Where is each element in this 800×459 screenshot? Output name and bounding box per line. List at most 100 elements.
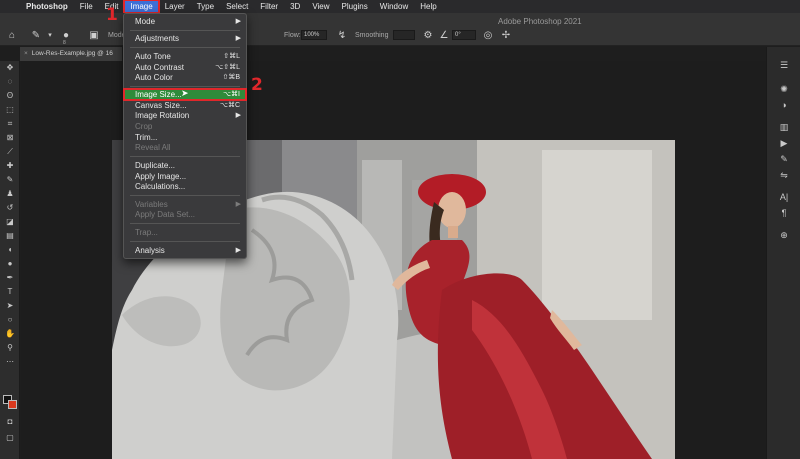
pen-tool-icon[interactable]: ✒ [0,271,20,285]
menu-item-label: Mode [135,17,156,26]
menu-separator [130,195,240,196]
menu-item-label: Reveal All [135,143,171,152]
brush-settings-icon[interactable]: ▣ [88,30,100,42]
adjustments-icon[interactable]: ✺ [767,81,800,97]
menu-help[interactable]: Help [414,0,442,13]
play-actions-icon[interactable]: ▶ [767,135,800,151]
channels-icon[interactable]: ⇋ [767,167,800,183]
menu-item-analysis[interactable]: Analysis ▶ [124,245,246,256]
menu-item-image-rotation[interactable]: Image Rotation ▶ [124,110,246,121]
menu-select[interactable]: Select [220,0,254,13]
menu-type[interactable]: Type [191,0,220,13]
document-tab-label: Low-Res-Example.jpg @ 16 [31,50,113,57]
menu-separator [130,30,240,31]
menu-item-shortcut: ⇧⌘L [223,53,240,60]
menu-item-label: Auto Contrast [135,63,184,72]
menu-item-crop: Crop [124,121,246,132]
menu-layer[interactable]: Layer [159,0,191,13]
brush-preset-icon[interactable]: ● [60,30,72,42]
crop-tool-icon[interactable]: ⌗ [0,117,20,131]
menu-window[interactable]: Window [374,0,414,13]
menu-item-label: Adjustments [135,34,180,43]
chevron-down-icon[interactable]: ▾ [44,30,56,42]
menu-separator [130,156,240,157]
brush-icon[interactable]: ✎ [30,30,42,42]
zoom-tool-icon[interactable]: ⚲ [0,341,20,355]
screen-mode-icon[interactable]: ▢ [0,431,20,445]
object-select-tool-icon[interactable]: ⬚ [0,103,20,117]
flow-field[interactable]: 100% [301,30,327,40]
menu-item-auto-color[interactable]: Auto Color ⇧⌘B [124,72,246,83]
pressure-icon[interactable]: ◎ [482,30,494,42]
menu-item-trap: Trap... [124,227,246,238]
marquee-tool-icon[interactable]: ◌ [0,75,20,89]
dodge-tool-icon[interactable]: ● [0,257,20,271]
smoothing-field[interactable] [393,30,415,40]
step-2-marker: 2 [251,75,263,95]
frame-tool-icon[interactable]: ⊠ [0,131,20,145]
menu-image[interactable]: Image [123,0,160,14]
angle-icon[interactable]: ∠ [438,30,450,42]
image-menu-dropdown: Mode ▶ Adjustments ▶ Auto Tone ⇧⌘L Auto Con… [123,13,247,259]
menu-item-duplicate[interactable]: Duplicate... [124,160,246,171]
menu-item-label: Canvas Size... [135,101,187,110]
menu-item-label: Image Size... [135,90,182,99]
menu-3d[interactable]: 3D [284,0,306,13]
gradient-tool-icon[interactable]: ▤ [0,229,20,243]
shape-tool-icon[interactable]: ○ [0,313,20,327]
angle-field[interactable]: 0° [452,30,476,40]
menu-separator [130,47,240,48]
more-tools-icon[interactable]: ⋯ [0,355,20,369]
menu-item-label: Duplicate... [135,161,176,170]
path-select-tool-icon[interactable]: ➤ [0,299,20,313]
paragraph-icon[interactable]: ¶ [767,205,800,221]
color-icon[interactable]: ◑ [767,97,800,113]
airbrush-icon[interactable]: ↯ [336,30,348,42]
character-icon[interactable]: A| [767,189,800,205]
type-tool-icon[interactable]: T [0,285,20,299]
brush-tool-icon[interactable]: ✎ [0,173,20,187]
menu-item-calculations[interactable]: Calculations... [124,181,246,192]
brush-panel-icon[interactable]: ✎ [767,151,800,167]
menu-view[interactable]: View [306,0,335,13]
right-panel-strip: ☰ ✺ ◑ ▥ ▶ ✎ ⇋ A| ¶ ⊕ [766,47,800,459]
blur-tool-icon[interactable]: ◖ [0,243,20,257]
menu-item-label: Crop [135,122,153,131]
navigator-icon[interactable]: ⊕ [767,227,800,243]
menu-filter[interactable]: Filter [254,0,284,13]
menu-photoshop[interactable]: Photoshop [20,0,74,13]
healing-tool-icon[interactable]: ✚ [0,159,20,173]
menu-item-label: Trim... [135,133,158,142]
quick-mask-icon[interactable]: ◘ [0,415,20,429]
gear-icon[interactable]: ⚙ [422,30,434,42]
menu-item-label: Auto Color [135,73,173,82]
libraries-icon[interactable]: ▥ [767,119,800,135]
eyedropper-tool-icon[interactable]: ⟋ [0,145,20,159]
lasso-tool-icon[interactable]: ʘ [0,89,20,103]
home-icon[interactable]: ⌂ [6,30,18,42]
menu-item-label: Auto Tone [135,52,171,61]
menu-item-shortcut: ⇧⌘B [222,74,240,81]
menu-plugins[interactable]: Plugins [336,0,374,13]
background-color-swatch[interactable] [8,400,17,409]
symmetry-icon[interactable]: ✢ [500,30,512,42]
menu-separator [130,86,240,87]
menu-item-label: Calculations... [135,182,186,191]
menu-item-mode[interactable]: Mode ▶ [124,16,246,27]
hand-tool-icon[interactable]: ✋ [0,327,20,341]
flow-label: Flow: [284,32,301,39]
eraser-tool-icon[interactable]: ◪ [0,215,20,229]
stamp-tool-icon[interactable]: ♟ [0,187,20,201]
history-brush-tool-icon[interactable]: ↺ [0,201,20,215]
menu-item-auto-tone[interactable]: Auto Tone ⇧⌘L [124,51,246,62]
menu-item-label: Variables [135,200,168,209]
close-tab-icon[interactable]: × [24,50,28,57]
menu-file[interactable]: File [74,0,99,13]
document-tab[interactable]: × Low-Res-Example.jpg @ 16 [20,47,122,61]
menu-item-adjustments[interactable]: Adjustments ▶ [124,33,246,44]
submenu-arrow-icon: ▶ [235,247,241,254]
menu-item-label: Trap... [135,228,158,237]
properties-icon[interactable]: ☰ [767,57,800,73]
brush-size-label: 8 [63,40,66,46]
move-tool-icon[interactable]: ✥ [0,61,20,75]
